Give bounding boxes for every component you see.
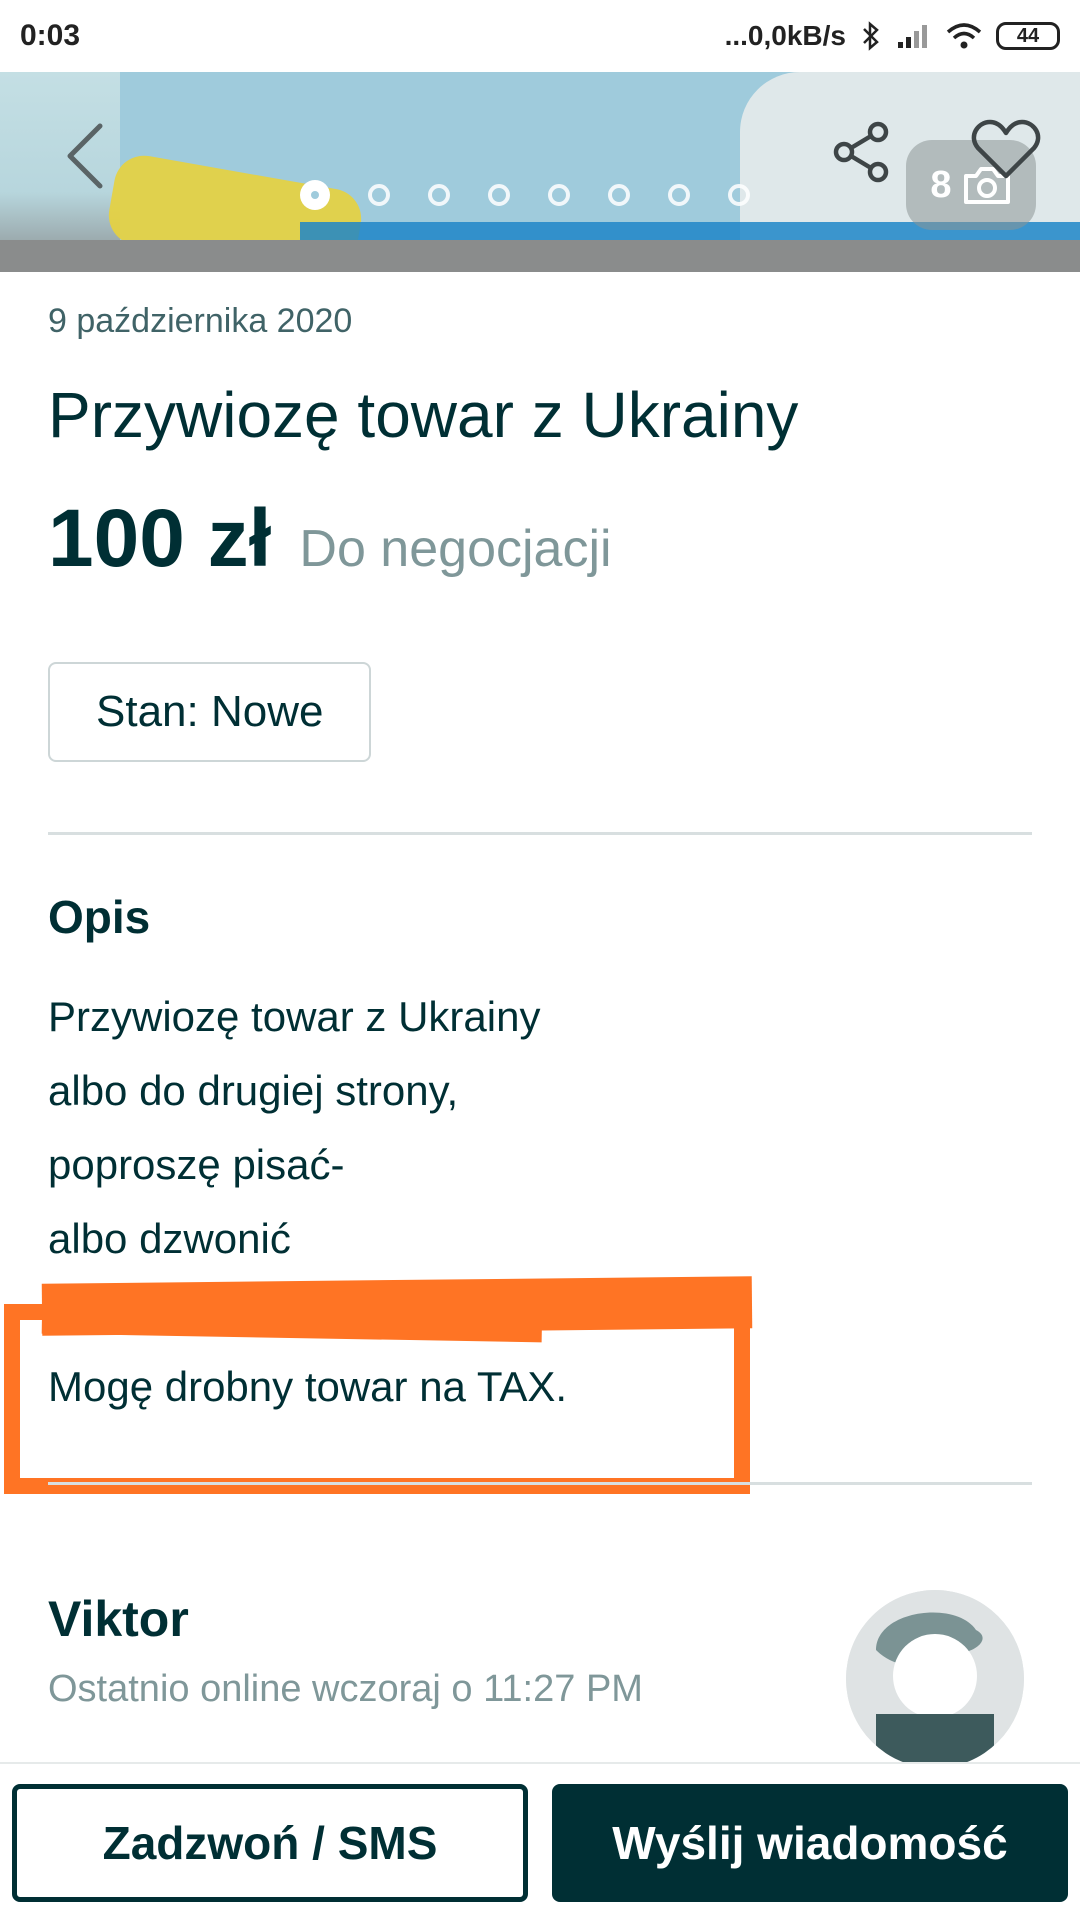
send-message-button[interactable]: Wyślij wiadomość [552,1784,1068,1902]
back-arrow-icon[interactable] [56,116,116,196]
highlight-box [4,1304,750,1494]
pagination-dot[interactable] [428,184,450,206]
status-time: 0:03 [20,19,81,52]
description-line: albo dzwonić [48,1215,291,1262]
pagination-dot[interactable] [728,184,750,206]
photo-gallery[interactable]: 8 [0,72,1080,272]
pagination-dot[interactable] [488,184,510,206]
network-speed: ...0,0kB/s [724,20,846,51]
pagination-dot-active[interactable] [300,180,330,210]
photo-count: 8 [930,163,952,206]
user-avatar-icon [846,1590,1024,1768]
signal-icon [898,25,927,48]
heart-icon[interactable] [970,118,1042,182]
battery-level: 44 [1016,24,1040,47]
pagination-dot[interactable] [668,184,690,206]
listing-title: Przywiozę towar z Ukrainy [48,379,799,451]
status-bar: 0:03 ...0,0kB/s 44 [0,0,1080,72]
wifi-icon [946,23,982,49]
description-line: Przywiozę towar z Ukrainy [48,993,541,1040]
listing-date: 9 października 2020 [48,302,353,340]
divider [48,832,1032,835]
avatar[interactable] [846,1590,1024,1768]
gallery-pagination [300,180,750,210]
seller-last-online: Ostatnio online wczoraj o 11:27 PM [48,1668,643,1710]
seller-name[interactable]: Viktor [48,1590,189,1648]
price-row: 100 zł Do negocjacji [48,492,612,586]
pagination-dot[interactable] [368,184,390,206]
share-icon[interactable] [830,120,894,184]
bottom-action-bar: Zadzwoń / SMS Wyślij wiadomość [0,1762,1080,1920]
negotiable-label: Do negocjacji [299,520,612,578]
pagination-dot[interactable] [548,184,570,206]
description-line: poproszę pisać- [48,1141,345,1188]
status-indicators: ...0,0kB/s 44 [725,20,1060,52]
listing-price: 100 zł [48,493,272,584]
divider [48,1482,1032,1485]
call-sms-button[interactable]: Zadzwoń / SMS [12,1784,528,1902]
description-line: albo do drugiej strony, [48,1067,459,1114]
description-heading: Opis [48,891,151,943]
bluetooth-icon [863,21,879,51]
condition-tag: Stan: Nowe [48,662,372,762]
battery-icon: 44 [996,22,1060,50]
pagination-dot[interactable] [608,184,630,206]
